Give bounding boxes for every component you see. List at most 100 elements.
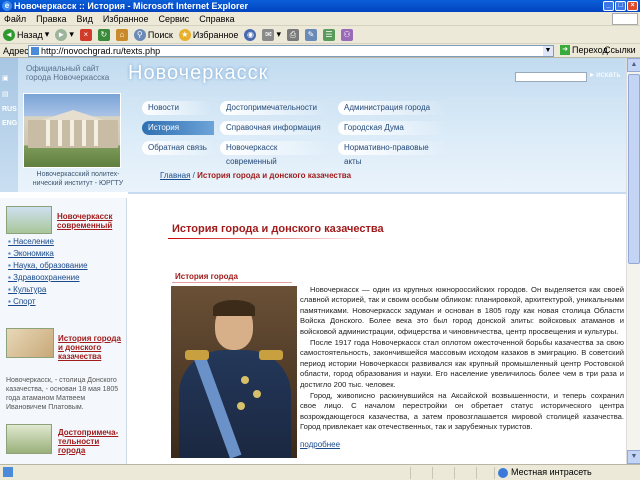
building-column <box>58 120 62 146</box>
lang-eng[interactable]: ENG <box>2 120 17 127</box>
section-underline <box>172 282 292 283</box>
refresh-button[interactable]: ↻ <box>97 28 110 41</box>
ie-logo-icon: e <box>2 1 12 11</box>
menu-view[interactable]: Вид <box>77 12 93 25</box>
nav-modern[interactable]: Новочеркасск современный <box>220 141 330 166</box>
sidebar-list: Население Экономика Наука, образование З… <box>8 236 88 308</box>
mail-button[interactable]: ✉ ▾ <box>262 28 281 41</box>
sidebar-item-culture[interactable]: Культура <box>8 284 88 296</box>
building-column <box>82 120 86 146</box>
go-arrow-icon: ➜ <box>560 45 570 55</box>
site-search-button[interactable]: искать <box>590 70 620 79</box>
stop-button[interactable]: × <box>79 28 92 41</box>
scroll-down-icon[interactable]: ▼ <box>627 450 640 464</box>
favorites-label: Избранное <box>192 29 239 40</box>
favorites-button[interactable]: ★ Избранное <box>178 28 239 41</box>
portrait-epaulette <box>185 350 209 360</box>
photo-caption: Новочеркасский политех-нический институт… <box>32 171 124 187</box>
address-dropdown-icon[interactable]: ▼ <box>543 46 553 56</box>
sidebar-history-link[interactable]: История города и донского казачества <box>58 334 122 361</box>
menu-edit[interactable]: Правка <box>36 12 66 25</box>
back-button[interactable]: ◄ Назад ▾ <box>3 28 49 41</box>
nav-legal[interactable]: Нормативно-правовые акты <box>338 141 448 166</box>
site-search-input[interactable] <box>515 72 587 82</box>
scroll-up-icon[interactable]: ▲ <box>627 58 640 72</box>
vertical-scrollbar[interactable]: ▲ ▼ <box>626 58 640 464</box>
menu-help[interactable]: Справка <box>199 12 234 25</box>
home-button[interactable]: ⌂ <box>115 28 128 41</box>
status-divider <box>454 467 455 479</box>
portrait-hair <box>213 300 255 316</box>
portrait-medal <box>241 376 249 384</box>
forward-button[interactable]: ► ▾ <box>55 28 74 41</box>
sidebar-sights-link[interactable]: Достопримеча-тельности города <box>58 428 122 455</box>
sidebar-item-economy[interactable]: Экономика <box>8 248 88 260</box>
messenger-button[interactable]: ⚇ <box>340 28 353 41</box>
window-title: Новочеркасск :: История - Microsoft Inte… <box>14 1 248 11</box>
sidebar: Новочеркасск современный Население Эконо… <box>0 198 127 464</box>
history-book-image <box>6 328 54 358</box>
site-title[interactable]: Новочеркасск <box>128 62 268 85</box>
sidebar-item-science[interactable]: Наука, образование <box>8 260 88 272</box>
address-input[interactable]: http://novochgrad.ru/texts.php ▼ <box>28 45 554 57</box>
language-bar: ▣ ▤ RUS ENG <box>0 58 18 192</box>
nav-reference[interactable]: Справочная информация <box>220 121 330 135</box>
go-button[interactable]: ➜ Переход <box>560 45 608 55</box>
zone-label: Местная интрасеть <box>511 467 592 477</box>
maximize-button[interactable]: □ <box>615 1 626 11</box>
search-label: Поиск <box>147 29 173 40</box>
messenger-icon: ⚇ <box>340 28 353 41</box>
lang-rus[interactable]: RUS <box>2 106 17 113</box>
nav-feedback[interactable]: Обратная связь <box>142 141 214 155</box>
section-heading: История города <box>175 272 238 281</box>
search-button[interactable]: ⚲ Поиск <box>133 28 173 41</box>
sidebar-modern-link[interactable]: Новочеркасск современный <box>57 212 123 230</box>
print-button[interactable]: ⎙ <box>286 28 299 41</box>
page-icon <box>31 47 39 55</box>
discuss-icon: ☰ <box>322 28 335 41</box>
back-label: Назад <box>17 29 43 40</box>
menu-favorites[interactable]: Избранное <box>103 12 149 25</box>
nav-administration[interactable]: Администрация города <box>338 101 448 115</box>
globe-icon <box>498 467 508 478</box>
sidebar-item-population[interactable]: Население <box>8 236 88 248</box>
breadcrumb-home[interactable]: Главная <box>160 171 190 180</box>
edit-button[interactable]: ✎ <box>304 28 317 41</box>
breadcrumb-current: История города и донского казачества <box>197 171 352 180</box>
title-bar: e Новочеркасск :: История - Microsoft In… <box>0 0 640 12</box>
site-subtitle: Официальный сайт города Новочеркасска <box>26 64 110 82</box>
home-icon: ⌂ <box>115 28 128 41</box>
print-icon: ⎙ <box>286 28 299 41</box>
portrait-epaulette <box>259 350 283 360</box>
status-divider <box>476 467 477 479</box>
page-viewport: ▣ ▤ RUS ENG Официальный сайт города Ново… <box>0 58 626 464</box>
platov-portrait <box>171 286 297 458</box>
lang-icon-2: ▤ <box>2 91 9 98</box>
menu-bar: Файл Правка Вид Избранное Сервис Справка <box>0 12 640 26</box>
nav-news[interactable]: Новости <box>142 101 212 115</box>
nav-duma[interactable]: Городская Дума <box>338 121 448 135</box>
scroll-thumb[interactable] <box>628 74 640 264</box>
sidebar-history-text: Новочеркасск, - столица Донского казачес… <box>6 377 119 411</box>
arch-image <box>6 424 52 454</box>
status-divider <box>410 467 411 479</box>
read-more-link[interactable]: подробнее <box>300 440 340 449</box>
discuss-button[interactable]: ☰ <box>322 28 335 41</box>
nav-history[interactable]: История <box>142 121 214 135</box>
header-divider <box>128 192 626 194</box>
stop-icon: × <box>79 28 92 41</box>
menu-tools[interactable]: Сервис <box>158 12 189 25</box>
building-roof <box>42 110 104 120</box>
media-button[interactable]: ◉ <box>244 28 257 41</box>
menu-file[interactable]: Файл <box>4 12 26 25</box>
close-button[interactable]: × <box>627 1 638 11</box>
paragraph: Город, живописно раскинувшийся на Аксайс… <box>300 391 624 432</box>
status-bar: Местная интрасеть <box>0 464 640 480</box>
main-nav: Новости Достопримечательности Администра… <box>128 95 448 166</box>
address-bar: Адрес: http://novochgrad.ru/texts.php ▼ … <box>0 44 640 58</box>
links-button[interactable]: Ссылки <box>604 45 636 55</box>
minimize-button[interactable]: _ <box>603 1 614 11</box>
sidebar-item-sport[interactable]: Спорт <box>8 296 88 308</box>
nav-sights[interactable]: Достопримечательности <box>220 101 330 115</box>
sidebar-item-health[interactable]: Здравоохранение <box>8 272 88 284</box>
